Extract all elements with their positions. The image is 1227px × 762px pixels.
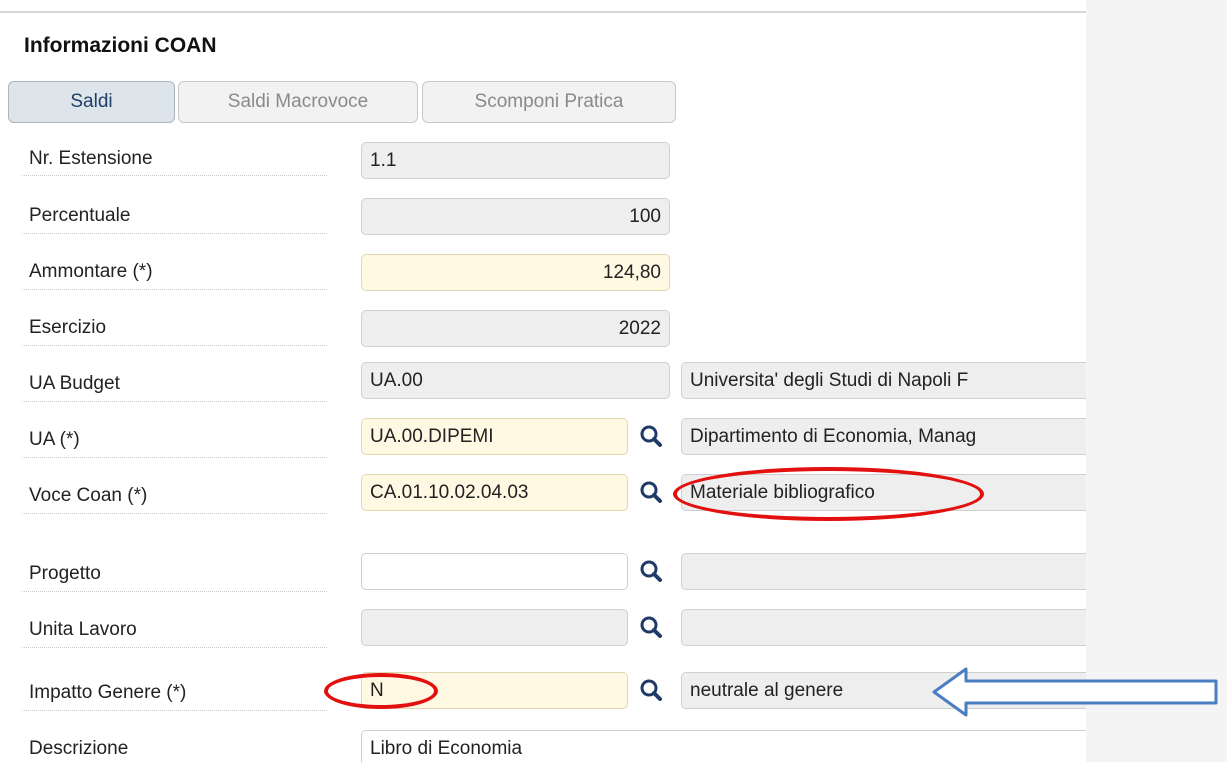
label-percentuale: Percentuale	[29, 205, 131, 226]
impatto-genere-search-icon[interactable]	[638, 677, 664, 703]
tab-saldi[interactable]: Saldi	[8, 81, 175, 123]
coan-panel: Informazioni COAN Saldi Saldi Macrovoce …	[0, 0, 1086, 762]
divider	[22, 401, 327, 402]
divider	[22, 513, 327, 514]
divider	[22, 710, 327, 711]
divider	[22, 591, 327, 592]
top-divider	[0, 11, 1086, 13]
label-impatto-genere: Impatto Genere (*)	[29, 682, 187, 703]
progetto-search-icon[interactable]	[638, 558, 664, 584]
right-gutter	[1086, 0, 1227, 762]
label-progetto: Progetto	[29, 563, 101, 584]
nr-estensione-field: 1.1	[361, 142, 670, 179]
esercizio-field: 2022	[361, 310, 670, 347]
progetto-description	[681, 553, 1086, 590]
highlight-ellipse-impatto-genere	[324, 673, 438, 709]
ua-search-icon[interactable]	[638, 423, 664, 449]
divider	[22, 175, 327, 176]
unita-lavoro-field	[361, 609, 628, 646]
divider	[22, 345, 327, 346]
divider	[22, 289, 327, 290]
ua-input[interactable]: UA.00.DIPEMI	[361, 418, 628, 455]
label-nr-estensione: Nr. Estensione	[29, 148, 153, 169]
ua-budget-description: Universita' degli Studi di Napoli F	[681, 362, 1086, 399]
progetto-input[interactable]	[361, 553, 628, 590]
tab-scomponi-pratica[interactable]: Scomponi Pratica	[422, 81, 676, 123]
unita-lavoro-description	[681, 609, 1086, 646]
label-descrizione: Descrizione	[29, 738, 129, 759]
highlight-ellipse-voce-coan	[673, 467, 984, 521]
divider	[22, 647, 327, 648]
label-esercizio: Esercizio	[29, 317, 107, 338]
ammontare-input[interactable]: 124,80	[361, 254, 670, 291]
annotation-arrow-icon	[932, 667, 1218, 717]
descrizione-input[interactable]: Libro di Economia	[361, 730, 1086, 762]
label-voce-coan: Voce Coan (*)	[29, 485, 148, 506]
percentuale-field: 100	[361, 198, 670, 235]
label-ua-budget: UA Budget	[29, 373, 120, 394]
tab-saldi-macrovoce[interactable]: Saldi Macrovoce	[178, 81, 418, 123]
voce-coan-input[interactable]: CA.01.10.02.04.03	[361, 474, 628, 511]
unita-lavoro-search-icon[interactable]	[638, 614, 664, 640]
ua-description: Dipartimento di Economia, Manag	[681, 418, 1086, 455]
label-ammontare: Ammontare (*)	[29, 261, 153, 282]
label-ua: UA (*)	[29, 429, 80, 450]
section-title: Informazioni COAN	[24, 34, 217, 57]
ua-budget-field: UA.00	[361, 362, 670, 399]
divider	[22, 233, 327, 234]
label-unita-lavoro: Unita Lavoro	[29, 619, 137, 640]
divider	[22, 457, 327, 458]
voce-coan-search-icon[interactable]	[638, 479, 664, 505]
